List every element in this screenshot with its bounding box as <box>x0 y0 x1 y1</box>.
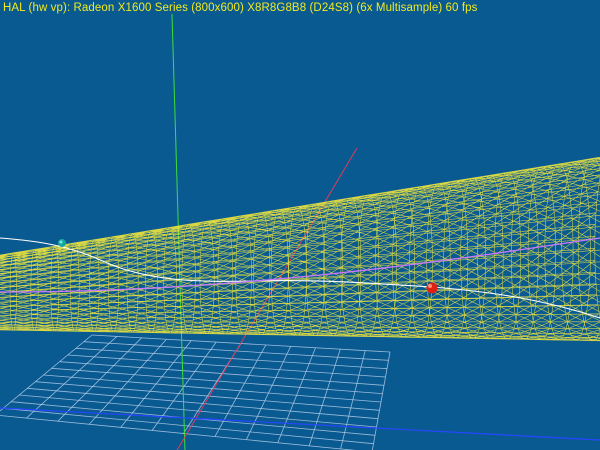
control-point-red-body <box>426 282 438 294</box>
control-point-teal <box>58 239 66 247</box>
control-point-red <box>426 282 438 294</box>
control-point-teal-highlight <box>59 240 63 244</box>
control-point-red-highlight <box>428 284 432 288</box>
stats-overlay: HAL (hw vp): Radeon X1600 Series (800x60… <box>3 2 478 14</box>
3d-scene <box>0 0 600 450</box>
render-viewport[interactable]: HAL (hw vp): Radeon X1600 Series (800x60… <box>0 0 600 450</box>
